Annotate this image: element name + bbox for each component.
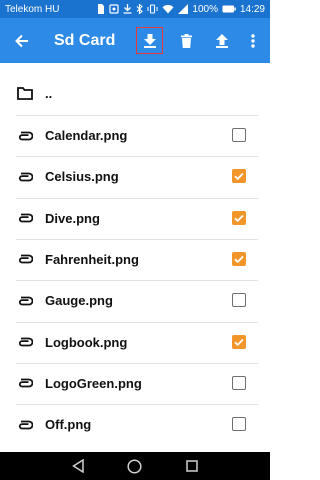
file-checkbox[interactable] <box>232 293 246 308</box>
home-circle-icon[interactable] <box>127 458 143 474</box>
vibrate-icon <box>147 4 158 14</box>
file-checkbox[interactable] <box>232 334 246 349</box>
file-name: Gauge.png <box>45 293 113 309</box>
file-checkbox[interactable] <box>232 375 246 390</box>
file-list-item[interactable]: Calendar.png <box>16 115 256 156</box>
file-list-item[interactable]: Celsius.png <box>16 156 256 197</box>
system-nav-bar <box>0 452 270 480</box>
upload-icon[interactable] <box>209 18 235 63</box>
battery-label: 100% <box>192 3 218 15</box>
wifi-icon <box>162 4 174 14</box>
file-checkbox[interactable] <box>232 251 246 266</box>
sim-icon <box>97 4 105 14</box>
file-name: Dive.png <box>45 210 100 226</box>
battery-icon <box>222 5 236 13</box>
attachment-icon <box>16 374 34 392</box>
back-arrow-icon[interactable] <box>8 18 36 63</box>
attachment-icon <box>16 209 34 227</box>
file-checkbox[interactable] <box>232 128 246 142</box>
file-list-item[interactable]: Gauge.png <box>16 280 256 321</box>
attachment-icon <box>16 333 34 351</box>
status-bar: Telekom HU 100% 14:29 <box>0 0 270 18</box>
carrier-label: Telekom HU <box>5 3 60 15</box>
file-name: LogoGreen.png <box>45 375 142 391</box>
file-list-item[interactable]: Off.png <box>16 404 256 445</box>
bluetooth-icon <box>136 4 144 14</box>
file-name: Off.png <box>45 417 92 433</box>
attachment-icon <box>16 127 34 145</box>
file-checkbox[interactable] <box>232 417 246 432</box>
file-list-item[interactable]: Logbook.png <box>16 322 256 363</box>
attachment-icon <box>16 292 34 310</box>
back-triangle-icon[interactable] <box>71 459 84 473</box>
download-status-icon <box>123 4 132 14</box>
attachment-icon <box>16 168 34 186</box>
page-title: Sd Card <box>54 32 116 49</box>
recents-square-icon[interactable] <box>186 460 198 472</box>
file-list-item[interactable]: Fahrenheit.png <box>16 239 256 280</box>
file-name: Fahrenheit.png <box>45 251 139 267</box>
more-vert-icon[interactable] <box>242 18 264 63</box>
file-name: Logbook.png <box>45 334 128 350</box>
file-name: Calendar.png <box>45 128 128 143</box>
app-bar: Sd Card <box>0 18 270 63</box>
file-checkbox[interactable] <box>232 169 246 184</box>
notification-icon <box>109 4 119 14</box>
file-list-item[interactable]: LogoGreen.png <box>16 363 256 404</box>
attachment-icon <box>16 250 34 268</box>
file-name: Celsius.png <box>45 169 119 185</box>
attachment-icon <box>16 416 34 434</box>
parent-folder-label: .. <box>45 86 53 101</box>
clock: 14:29 <box>239 3 265 15</box>
file-checkbox[interactable] <box>232 210 246 225</box>
delete-icon[interactable] <box>173 18 199 63</box>
parent-folder-item[interactable]: .. <box>16 73 256 114</box>
file-list-item[interactable]: Dive.png <box>16 198 256 239</box>
signal-icon <box>178 4 189 14</box>
download-icon[interactable] <box>137 18 163 63</box>
folder-icon <box>16 85 34 103</box>
